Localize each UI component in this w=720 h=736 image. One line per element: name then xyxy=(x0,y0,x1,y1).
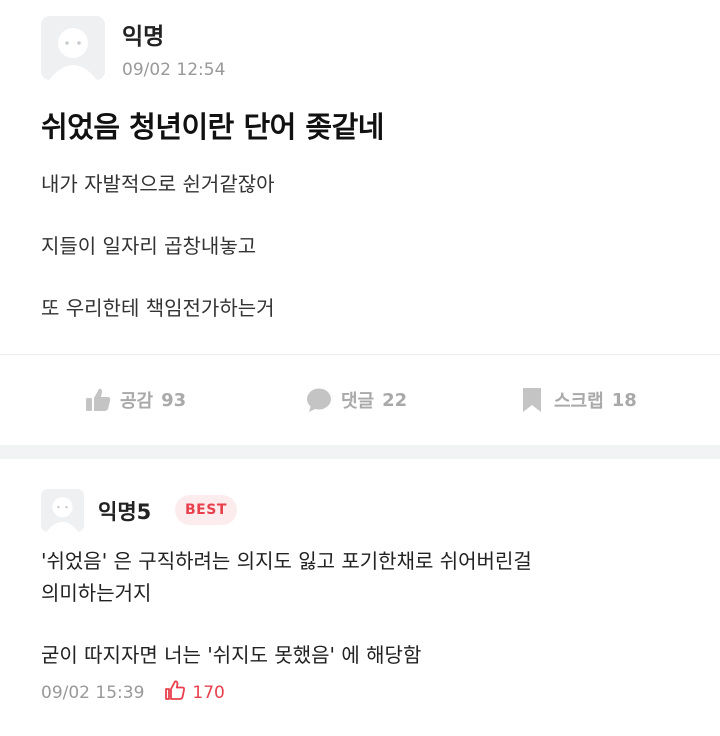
thumbs-up-icon xyxy=(84,386,112,414)
comment-like-button[interactable]: 170 xyxy=(164,679,225,706)
section-separator xyxy=(0,445,720,459)
commenter-avatar-icon[interactable] xyxy=(41,489,84,532)
commenter-name[interactable]: 익명5 xyxy=(98,496,151,526)
best-badge: BEST xyxy=(175,495,237,525)
comment-text-line: '쉬었음' 은 구직하려는 의지도 잃고 포기한채로 쉬어버린걸 xyxy=(41,549,532,573)
post-title: 쉬었음 청년이란 단어 좆같네 xyxy=(41,110,384,144)
post-actions: 공감 93 댓글 22 스크랩 18 xyxy=(0,372,720,428)
divider xyxy=(0,354,720,355)
like-count: 93 xyxy=(161,389,187,411)
author-name[interactable]: 익명 xyxy=(122,17,164,51)
scrap-count: 18 xyxy=(611,389,637,411)
comment-button[interactable]: 댓글 22 xyxy=(305,382,407,418)
post-body-line: 지들이 일자리 곱창내놓고 xyxy=(41,234,257,258)
comment-label: 댓글 xyxy=(341,391,375,412)
like-button[interactable]: 공감 93 xyxy=(84,382,186,418)
comment-count: 22 xyxy=(382,389,408,411)
post-body-line: 또 우리한테 책임전가하는거 xyxy=(41,296,275,320)
post: 익명 09/02 12:54 쉬었음 청년이란 단어 좆같네 내가 자발적으로 … xyxy=(0,0,720,445)
comment-text-line: 굳이 따지자면 너는 '쉬지도 못했음' 에 해당함 xyxy=(41,643,422,667)
scrap-button[interactable]: 스크랩 18 xyxy=(518,382,637,418)
like-label: 공감 xyxy=(120,391,154,412)
post-timestamp: 09/02 12:54 xyxy=(122,60,226,80)
comment-text-line: 의미하는거지 xyxy=(41,581,152,605)
author-avatar-icon[interactable] xyxy=(41,16,105,80)
speech-bubble-icon xyxy=(305,386,333,414)
thumbs-up-outline-icon xyxy=(164,679,186,706)
comment-item: 익명5 BEST '쉬었음' 은 구직하려는 의지도 잃고 포기한채로 쉬어버린… xyxy=(0,459,720,736)
post-body-line: 내가 자발적으로 쉰거같잖아 xyxy=(41,172,275,196)
comment-like-count: 170 xyxy=(192,682,225,703)
scrap-label: 스크랩 xyxy=(554,391,604,412)
comment-meta: 09/02 15:39 170 xyxy=(41,679,225,706)
bookmark-icon xyxy=(518,386,546,414)
comment-timestamp: 09/02 15:39 xyxy=(41,682,145,703)
